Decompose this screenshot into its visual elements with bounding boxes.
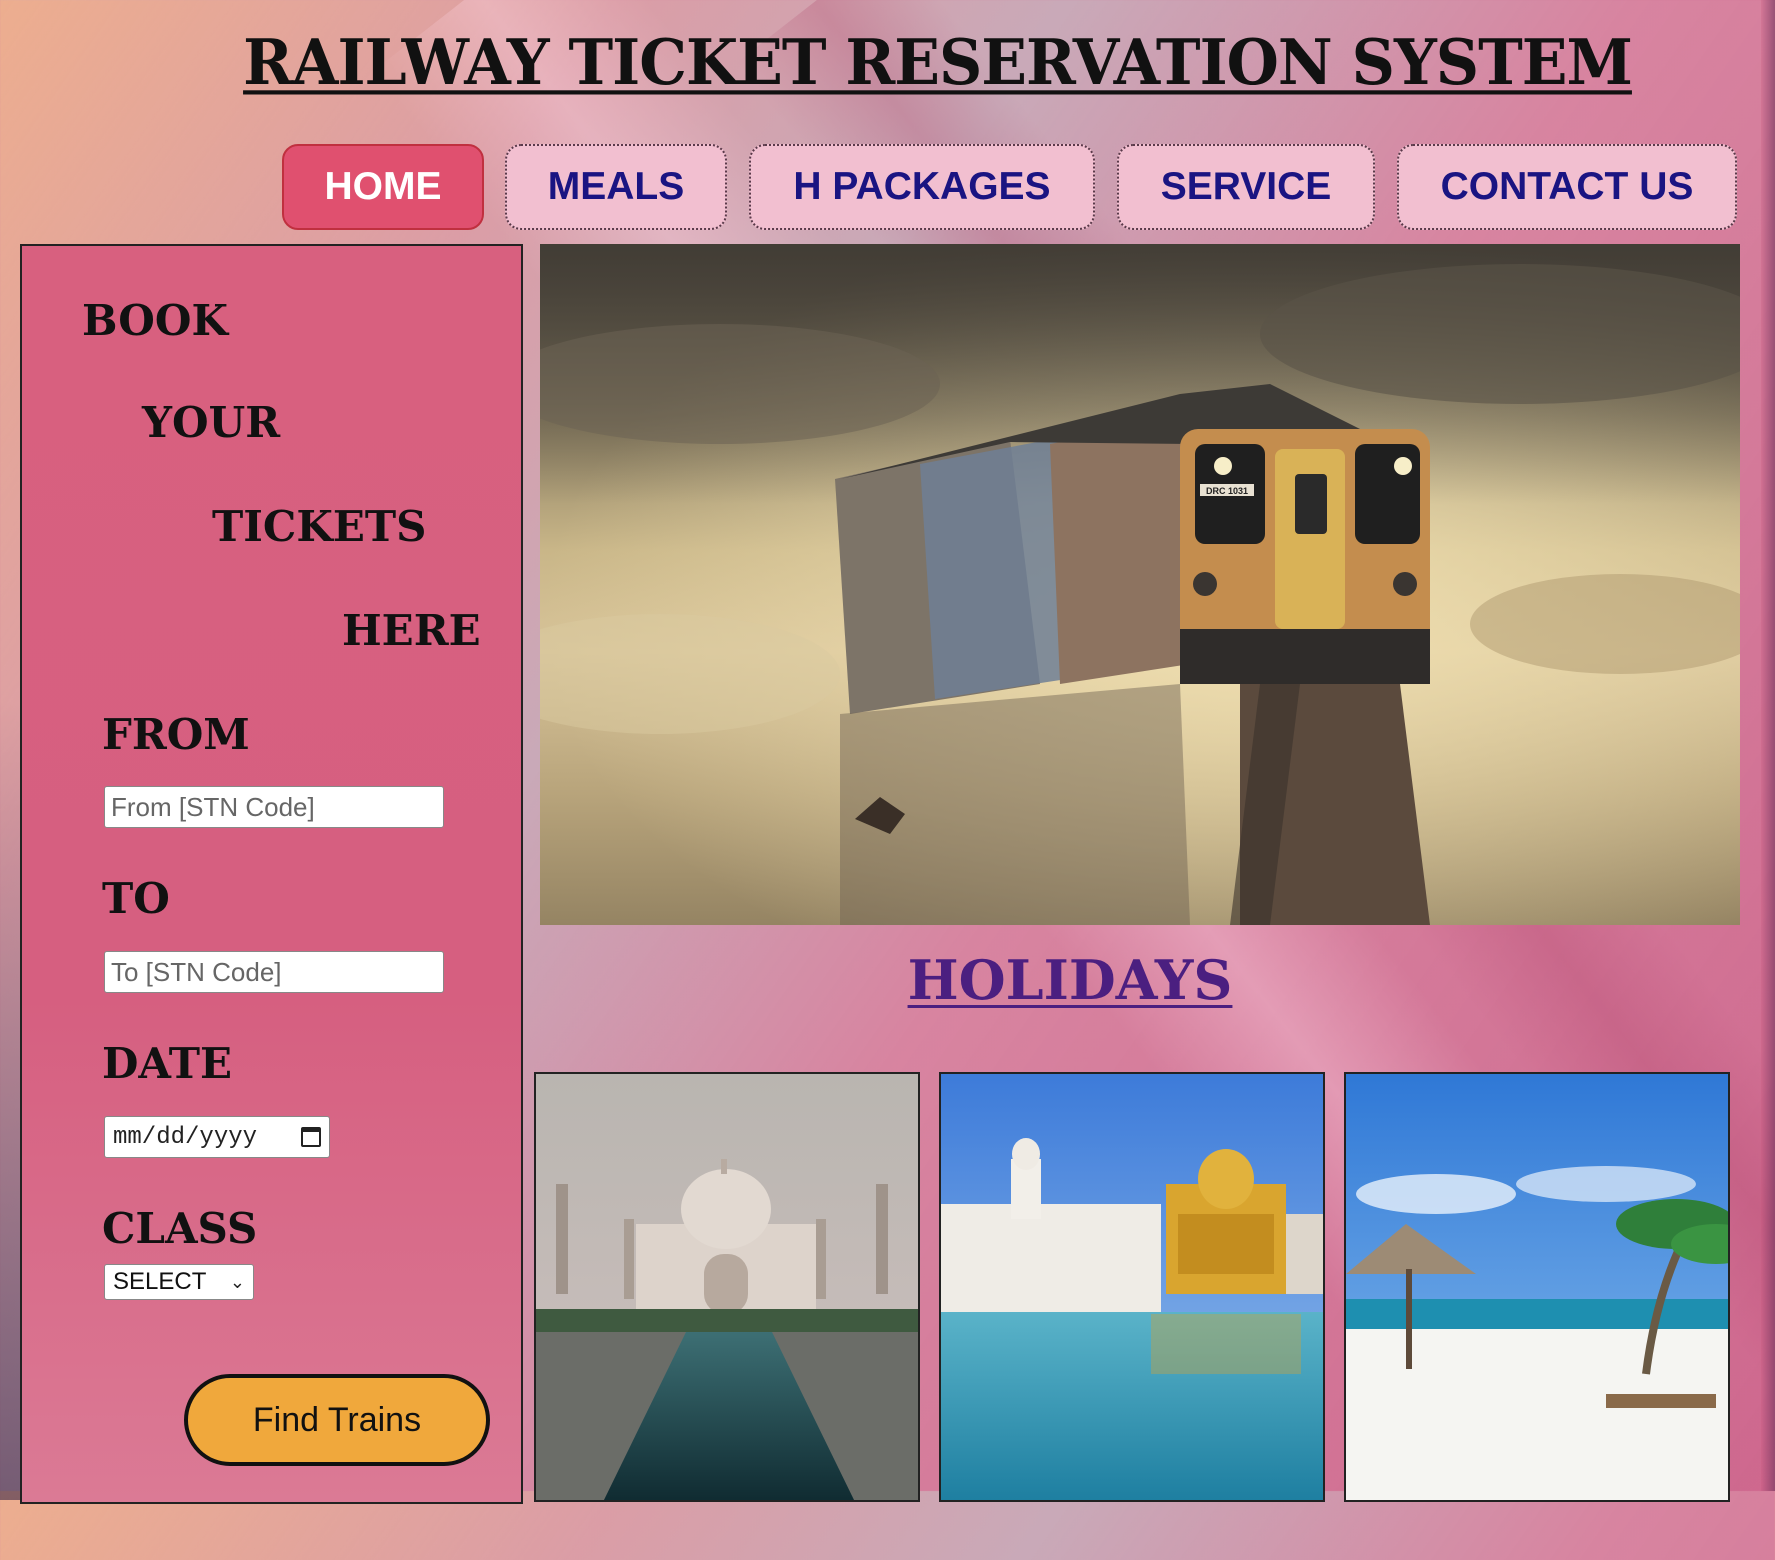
window-edge — [1761, 0, 1775, 1491]
nav-h-packages-button[interactable]: H PACKAGES — [749, 144, 1095, 230]
from-label: FROM — [102, 710, 250, 759]
date-field[interactable]: mm/dd/yyyy — [104, 1116, 330, 1158]
booking-heading-here: HERE — [342, 606, 481, 655]
nav-meals-button[interactable]: MEALS — [505, 144, 727, 230]
holiday-card-golden-temple[interactable] — [939, 1072, 1325, 1502]
beach-image — [1346, 1074, 1728, 1500]
date-placeholder: mm/dd/yyyy — [113, 1123, 258, 1151]
class-label: CLASS — [102, 1204, 258, 1253]
train-plate: DRC 1031 — [1206, 486, 1248, 496]
calendar-icon[interactable] — [301, 1127, 321, 1147]
nav-contact-us-button[interactable]: CONTACT US — [1397, 144, 1737, 230]
nav-service-button[interactable]: SERVICE — [1117, 144, 1375, 230]
booking-heading-tickets: TICKETS — [212, 502, 427, 551]
from-station-input[interactable] — [104, 786, 444, 828]
holiday-card-beach[interactable] — [1344, 1072, 1730, 1502]
booking-panel: BOOK YOUR TICKETS HERE FROM TO DATE mm/d… — [20, 244, 523, 1504]
find-trains-button[interactable]: Find Trains — [184, 1374, 490, 1466]
booking-heading-your: YOUR — [142, 398, 281, 447]
holidays-title: HOLIDAYS — [907, 948, 1233, 1012]
class-selected-value: SELECT — [113, 1268, 207, 1295]
chevron-down-icon: ⌄ — [229, 1271, 245, 1292]
nav-home-button[interactable]: HOME — [282, 144, 484, 230]
booking-heading-book: BOOK — [82, 296, 228, 345]
train-illustration: DRC 1031 — [540, 244, 1740, 925]
golden-temple-image — [941, 1074, 1323, 1500]
hero-train-image: DRC 1031 — [540, 244, 1740, 925]
taj-mahal-image — [536, 1074, 918, 1500]
site-title: RAILWAY TICKET RESERVATION SYSTEM — [243, 26, 1633, 100]
to-label: TO — [102, 874, 170, 923]
class-select[interactable]: SELECT ⌄ — [104, 1264, 254, 1300]
date-label: DATE — [102, 1039, 232, 1088]
holiday-card-taj-mahal[interactable] — [534, 1072, 920, 1502]
to-station-input[interactable] — [104, 951, 444, 993]
